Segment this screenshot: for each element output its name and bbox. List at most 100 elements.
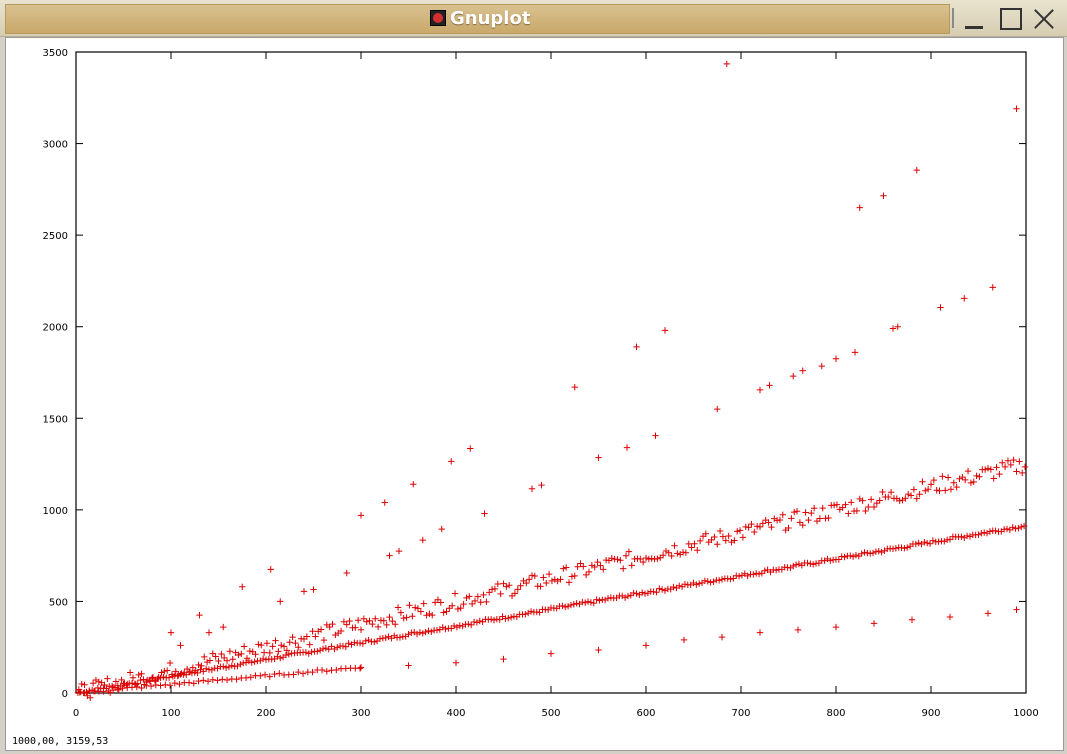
data-point	[162, 681, 169, 688]
data-point	[961, 295, 968, 302]
data-point	[714, 541, 721, 548]
data-point	[356, 639, 364, 647]
data-point	[164, 667, 171, 674]
minimize-button[interactable]	[960, 4, 988, 32]
data-point	[258, 641, 265, 649]
data-point	[637, 555, 644, 563]
data-point	[448, 458, 455, 465]
data-point	[223, 657, 231, 664]
data-point	[239, 583, 246, 590]
data-point	[457, 604, 464, 612]
data-point	[620, 565, 627, 572]
data-point	[357, 664, 365, 671]
data-point	[766, 382, 773, 389]
data-point	[950, 479, 957, 487]
data-point	[1016, 458, 1023, 465]
data-point	[788, 515, 795, 522]
data-point	[795, 560, 803, 568]
data-point	[312, 633, 319, 640]
data-point	[417, 608, 425, 615]
data-point	[889, 545, 897, 552]
data-point	[470, 618, 478, 626]
data-point	[366, 617, 373, 624]
data-point	[680, 636, 688, 644]
data-point	[619, 592, 626, 600]
data-point	[642, 642, 650, 649]
data-point	[853, 507, 861, 515]
data-point	[845, 510, 852, 517]
data-point	[794, 626, 802, 634]
data-point	[567, 601, 575, 609]
data-point	[736, 527, 744, 534]
data-point	[476, 617, 483, 625]
data-point	[536, 609, 543, 616]
data-point	[685, 540, 692, 548]
data-point	[582, 571, 590, 579]
data-point	[810, 505, 818, 512]
data-point	[661, 587, 669, 594]
data-point	[622, 552, 630, 559]
data-point	[209, 650, 216, 657]
data-point	[887, 489, 895, 496]
y-tick-label: 0	[62, 689, 68, 700]
data-point	[108, 682, 116, 690]
data-point	[453, 623, 461, 631]
data-point	[517, 582, 524, 589]
data-point	[310, 586, 317, 593]
data-point	[639, 558, 647, 566]
data-point	[867, 550, 874, 557]
data-point	[723, 60, 730, 68]
data-point	[875, 547, 882, 555]
close-button[interactable]	[1030, 4, 1058, 32]
maximize-button[interactable]	[996, 4, 1024, 32]
data-point	[790, 372, 797, 380]
data-point	[272, 637, 279, 644]
data-point	[756, 523, 764, 531]
data-point	[408, 629, 415, 636]
data-point	[560, 565, 567, 572]
data-point	[825, 514, 832, 522]
data-point	[577, 560, 584, 567]
data-point	[494, 580, 501, 588]
data-point	[166, 659, 174, 667]
data-point	[987, 466, 995, 473]
data-point	[246, 647, 254, 655]
data-point	[885, 493, 892, 501]
x-tick-label: 300	[351, 708, 370, 719]
data-point	[316, 647, 324, 654]
data-point	[750, 571, 757, 578]
title-bar[interactable]: Gnuplot	[0, 0, 1067, 37]
data-point	[652, 432, 659, 439]
data-point	[919, 478, 926, 485]
data-point	[946, 613, 954, 621]
data-point	[693, 581, 700, 588]
data-point	[242, 674, 250, 682]
data-point	[804, 559, 811, 567]
data-point	[237, 661, 244, 668]
data-point	[563, 564, 570, 571]
data-point	[959, 473, 966, 481]
data-point	[756, 629, 764, 636]
mouse-coordinates: 1000,00, 3159,53	[12, 736, 109, 747]
data-point	[756, 386, 764, 394]
plot-canvas[interactable]: 0 100 200 300 400 500 600 700 800 900 1000 0 500 1000…	[5, 37, 1064, 751]
data-point	[939, 473, 946, 480]
data-point	[369, 620, 376, 628]
data-point	[277, 654, 284, 662]
data-point	[587, 599, 595, 606]
data-point	[468, 600, 476, 608]
data-point	[306, 641, 313, 648]
data-point	[810, 561, 817, 568]
data-point	[538, 481, 545, 489]
data-point	[947, 486, 955, 493]
data-point	[497, 590, 504, 598]
y-tick-label: 1500	[43, 414, 68, 425]
data-point	[531, 572, 539, 580]
data-point	[1013, 606, 1020, 613]
data-point	[292, 639, 299, 647]
data-point	[941, 538, 948, 545]
data-point	[870, 620, 878, 627]
data-point	[308, 648, 315, 656]
data-point	[658, 586, 666, 593]
data-point	[710, 578, 717, 585]
